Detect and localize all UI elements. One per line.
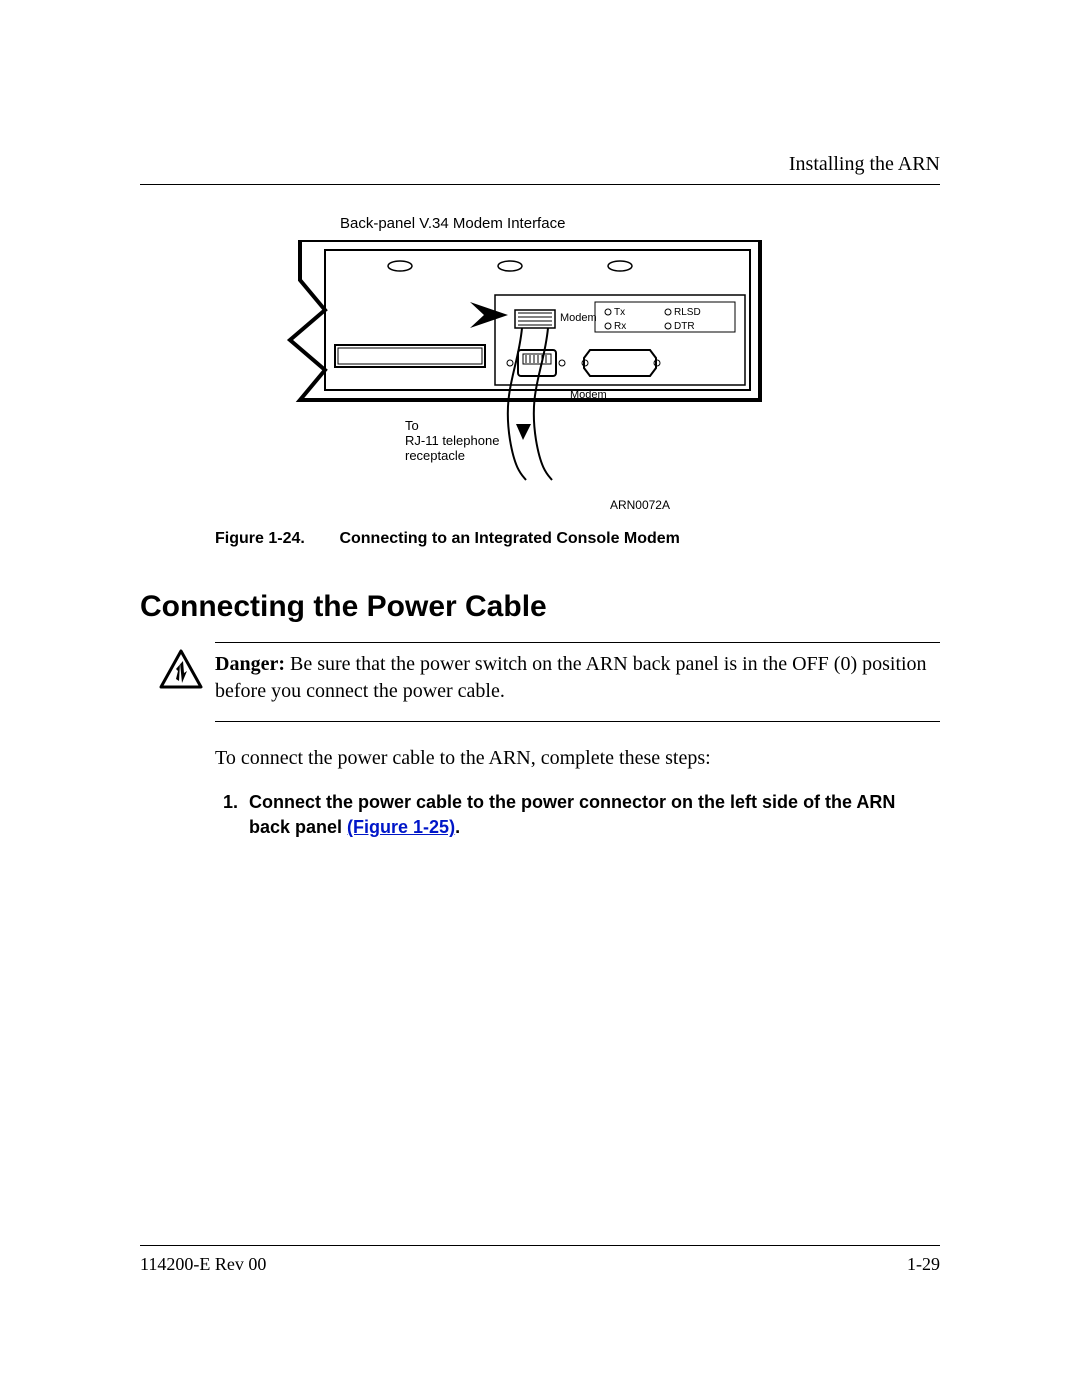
top-rule [140, 184, 940, 185]
modem-interface-svg: Modem Tx Rx RLSD DTR Modem [270, 240, 770, 485]
page-footer: 114200-E Rev 00 1-29 [140, 1245, 940, 1277]
section-heading: Connecting the Power Cable [140, 586, 940, 628]
steps-list: Connect the power cable to the power con… [215, 790, 940, 840]
figure-caption-text: Connecting to an Integrated Console Mode… [339, 530, 679, 547]
page: Installing the ARN Back-panel V.34 Modem… [0, 0, 1080, 1397]
footer-right: 1-29 [907, 1252, 940, 1277]
danger-icon [159, 649, 203, 689]
figure-ref-number: ARN0072A [140, 497, 670, 514]
step-1-tail: . [455, 817, 460, 837]
figure-1-24: Back-panel V.34 Modem Interface Modem [140, 213, 940, 550]
danger-block: Danger: Be sure that the power switch on… [215, 642, 940, 722]
cable-dest-2: RJ-11 telephone [405, 433, 499, 448]
figure-illustration: Modem Tx Rx RLSD DTR Modem [270, 240, 940, 493]
step-1-text: Connect the power cable to the power con… [249, 792, 895, 837]
figure-caption-num: Figure 1-24. [215, 528, 335, 550]
danger-lead: Danger: [215, 653, 285, 675]
figure-caption: Figure 1-24. Connecting to an Integrated… [215, 528, 940, 550]
footer-rule [140, 1245, 940, 1246]
led-rlsd: RLSD [674, 307, 701, 318]
led-tx: Tx [614, 307, 625, 318]
modem-label-2: Modem [570, 389, 607, 401]
cable-dest-3: receptacle [405, 448, 465, 463]
danger-text: Danger: Be sure that the power switch on… [215, 651, 940, 705]
danger-body: Be sure that the power switch on the ARN… [215, 653, 927, 702]
running-head: Installing the ARN [140, 150, 940, 178]
led-rx: Rx [614, 321, 626, 332]
led-dtr: DTR [674, 321, 695, 332]
modem-label-1: Modem [560, 312, 597, 324]
footer-left: 114200-E Rev 00 [140, 1252, 266, 1277]
step-1: Connect the power cable to the power con… [243, 790, 940, 840]
figure-title-above: Back-panel V.34 Modem Interface [340, 213, 940, 234]
figure-1-25-link[interactable]: (Figure 1-25) [347, 817, 455, 837]
cable-dest-1: To [405, 418, 419, 433]
intro-text: To connect the power cable to the ARN, c… [215, 744, 940, 772]
